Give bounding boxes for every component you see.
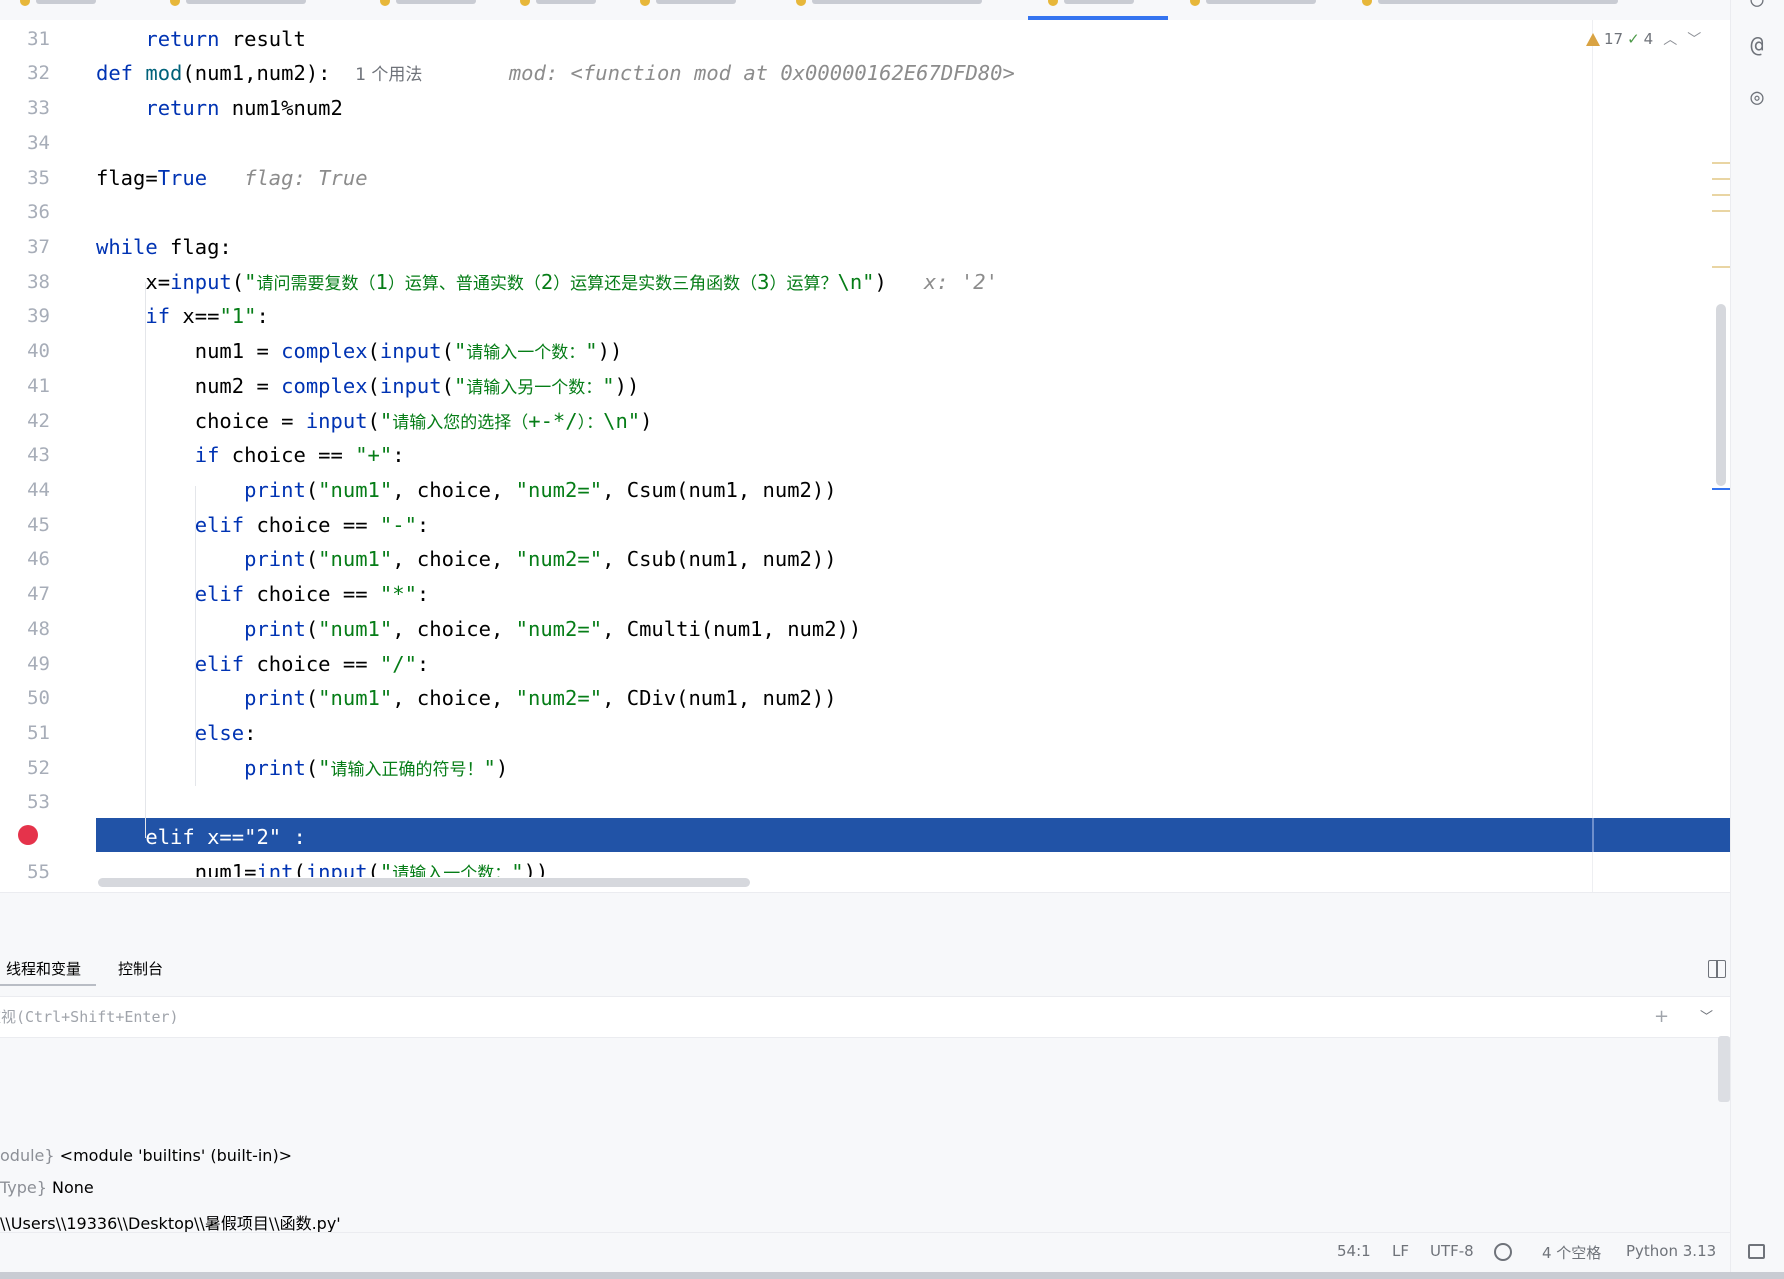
error-stripe-mark[interactable] [1712,162,1730,164]
code-line[interactable]: elif choice == "-": [96,508,430,543]
error-stripe-mark[interactable] [1712,210,1730,212]
caret-position-mark [1712,488,1730,490]
code-line[interactable]: num2 = complex(input("请输入另一个数：")) [96,369,640,406]
line-number: 33 [27,97,50,119]
warning-count: 17 [1604,30,1624,48]
line-number: 35 [27,167,50,189]
check-count: 4 [1643,30,1654,48]
variable-row[interactable]: \\Users\\19336\\Desktop\\暑假项目\\函数.py' [0,1210,341,1234]
debug-tool-window [0,892,1730,1233]
tab-console[interactable]: 控制台 [118,958,163,979]
variable-value: None [52,1178,94,1197]
vertical-scrollbar[interactable] [1716,304,1726,486]
chevron-up-icon[interactable]: ︿ [1663,29,1677,49]
python-interpreter[interactable]: Python 3.13 [1626,1242,1716,1260]
code-line-current[interactable]: elif x=="2" : [96,820,305,855]
warning-icon [1586,32,1600,46]
window-bottom-edge [0,1272,1784,1279]
code-line[interactable]: while flag: [96,230,232,265]
line-number: 53 [27,791,50,813]
caret-position[interactable]: 54:1 [1337,1242,1371,1260]
add-watch-icon[interactable]: + [1654,1006,1669,1027]
check-icon: ✓ [1627,30,1640,48]
line-number: 32 [27,62,50,84]
line-number: 43 [27,444,50,466]
layout-icon[interactable] [1708,960,1726,978]
line-number: 44 [27,479,50,501]
variable-row[interactable]: odule} <module 'builtins' (built-in)> [0,1146,292,1165]
code-line[interactable]: x=input("请问需要复数（1）运算、普通实数（2）运算还是实数三角函数（3… [96,265,998,302]
right-tool-strip [1730,0,1784,1279]
line-number: 50 [27,687,50,709]
line-number: 39 [27,305,50,327]
tab-threads-variables[interactable]: 线程和变量 [6,958,81,979]
plugin-icon[interactable]: ◎ [1745,86,1769,110]
code-line[interactable]: choice = input("请输入您的选择（+-*/）：\n") [96,404,653,441]
indent-setting[interactable]: 4 个空格 [1542,1242,1601,1263]
line-ending[interactable]: LF [1392,1242,1409,1260]
line-number: 49 [27,653,50,675]
editor-tab-strip [0,0,1730,21]
error-stripe-mark[interactable] [1712,194,1730,196]
code-line[interactable]: return num1%num2 [96,91,342,126]
watch-input[interactable]: 监视(Ctrl+Shift+Enter) [0,1006,179,1027]
inspection-widget[interactable]: 17 ✓ 4 ︿ ﹀ [1586,28,1701,50]
code-line[interactable]: if choice == "+": [96,438,405,473]
ai-assistant-icon[interactable]: @ [1745,34,1769,58]
line-number: 38 [27,271,50,293]
variable-row[interactable]: Type} None [0,1178,94,1197]
line-number: 47 [27,583,50,605]
code-line[interactable]: print("num1", choice, "num2=", CDiv(num1… [96,681,836,716]
error-stripe-mark[interactable] [1712,178,1730,180]
code-line[interactable]: num1 = complex(input("请输入一个数：")) [96,334,623,371]
lock-icon[interactable] [1748,1244,1765,1259]
variable-type: Type} [0,1178,47,1197]
line-number: 36 [27,201,50,223]
notifications-icon[interactable]: ○ [1745,0,1769,12]
code-line[interactable]: print("num1", choice, "num2=", Cmulti(nu… [96,612,861,647]
line-number: 40 [27,340,50,362]
line-number: 42 [27,410,50,432]
variable-value: <module 'builtins' (built-in)> [59,1146,293,1165]
code-line[interactable]: elif choice == "*": [96,577,430,612]
line-number: 45 [27,514,50,536]
code-line[interactable]: print("请输入正确的符号！") [96,751,508,788]
file-encoding[interactable]: UTF-8 [1430,1242,1474,1260]
code-line[interactable]: elif choice == "/": [96,647,430,682]
right-margin-guide [1592,20,1593,892]
active-debug-tab-indicator [0,984,96,986]
code-line[interactable]: return result [96,22,305,57]
code-line[interactable]: flag=True flag: True [96,161,368,196]
variable-type: odule} [0,1146,55,1165]
breakpoint-icon[interactable] [18,825,38,845]
line-number: 52 [27,757,50,779]
variables-scrollbar[interactable] [1718,1036,1730,1102]
code-line[interactable]: else: [96,716,257,751]
code-line[interactable]: def mod(num1,num2): 1 个用法 mod: <function… [96,56,1015,93]
chevron-down-icon[interactable]: ﹀ [1687,29,1701,49]
line-number: 41 [27,375,50,397]
line-number: 55 [27,861,50,883]
gear-icon[interactable] [1494,1243,1512,1261]
line-number: 31 [27,28,50,50]
code-line[interactable]: if x=="1": [96,299,268,334]
watch-bar [0,996,1730,1038]
error-stripe-mark[interactable] [1712,266,1730,268]
line-number: 51 [27,722,50,744]
current-execution-line [96,818,1730,852]
line-number: 46 [27,548,50,570]
current-line-margin [1592,818,1594,852]
line-number: 34 [27,132,50,154]
code-line[interactable]: print("num1", choice, "num2=", Csub(num1… [96,542,836,577]
variable-value: \\Users\\19336\\Desktop\\暑假项目\\函数.py' [0,1214,341,1233]
line-number: 37 [27,236,50,258]
chevron-down-icon[interactable]: ﹀ [1700,1006,1713,1025]
code-line[interactable]: print("num1", choice, "num2=", Csum(num1… [96,473,836,508]
code-line[interactable]: num1=int(input("请输入一个数：")) [96,855,549,877]
line-number: 48 [27,618,50,640]
horizontal-scrollbar[interactable] [98,878,750,887]
